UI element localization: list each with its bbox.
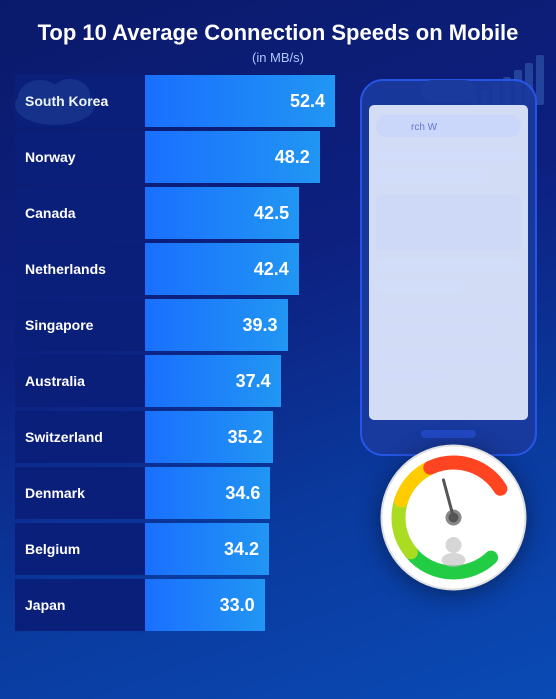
chart-row: Netherlands 42.4 bbox=[15, 243, 335, 295]
speed-bar: 37.4 bbox=[145, 355, 281, 407]
speed-bar: 35.2 bbox=[145, 411, 273, 463]
country-label: Switzerland bbox=[15, 411, 145, 463]
speed-bar: 42.4 bbox=[145, 243, 299, 295]
chart-row: Norway 48.2 bbox=[15, 131, 335, 183]
chart-row: Belgium 34.2 bbox=[15, 523, 335, 575]
chart-row: Switzerland 35.2 bbox=[15, 411, 335, 463]
chart-row: Australia 37.4 bbox=[15, 355, 335, 407]
bar-container: 39.3 bbox=[145, 299, 335, 351]
page-title: Top 10 Average Connection Speeds on Mobi… bbox=[15, 20, 541, 46]
country-label: Norway bbox=[15, 131, 145, 183]
bar-value: 42.5 bbox=[254, 203, 289, 224]
speed-bar: 42.5 bbox=[145, 187, 299, 239]
speed-bar: 52.4 bbox=[145, 75, 335, 127]
speed-bar: 48.2 bbox=[145, 131, 320, 183]
bar-value: 35.2 bbox=[228, 427, 263, 448]
header: Top 10 Average Connection Speeds on Mobi… bbox=[15, 20, 541, 65]
bar-value: 37.4 bbox=[236, 371, 271, 392]
bar-container: 37.4 bbox=[145, 355, 335, 407]
bar-value: 52.4 bbox=[290, 91, 325, 112]
country-label: Denmark bbox=[15, 467, 145, 519]
country-label: Australia bbox=[15, 355, 145, 407]
bar-container: 33.0 bbox=[145, 579, 335, 631]
bar-container: 35.2 bbox=[145, 411, 335, 463]
bar-value: 34.2 bbox=[224, 539, 259, 560]
bar-value: 34.6 bbox=[225, 483, 260, 504]
country-label: Netherlands bbox=[15, 243, 145, 295]
svg-text:rch W: rch W bbox=[411, 122, 438, 133]
bar-value: 39.3 bbox=[242, 315, 277, 336]
country-label: Singapore bbox=[15, 299, 145, 351]
speed-bar: 34.6 bbox=[145, 467, 270, 519]
bar-container: 42.4 bbox=[145, 243, 335, 295]
bar-value: 33.0 bbox=[220, 595, 255, 616]
phone-svg: rch W bbox=[351, 75, 546, 465]
speed-bar: 34.2 bbox=[145, 523, 269, 575]
bar-value: 42.4 bbox=[254, 259, 289, 280]
chart-row: Singapore 39.3 bbox=[15, 299, 335, 351]
country-label: Japan bbox=[15, 579, 145, 631]
speed-bar: 39.3 bbox=[145, 299, 288, 351]
chart-row: Denmark 34.6 bbox=[15, 467, 335, 519]
country-label: Canada bbox=[15, 187, 145, 239]
phone-illustration: rch W bbox=[335, 75, 541, 655]
speedometer-svg bbox=[376, 440, 531, 595]
content-area: South Korea52.4Norway48.2Canada42.5Nethe… bbox=[15, 75, 541, 655]
chart-row: Japan 33.0 bbox=[15, 579, 335, 631]
bar-container: 34.6 bbox=[145, 467, 335, 519]
cloud-decoration bbox=[10, 70, 100, 130]
chart-row: Canada 42.5 bbox=[15, 187, 335, 239]
bar-container: 52.4 bbox=[145, 75, 335, 127]
bar-container: 42.5 bbox=[145, 187, 335, 239]
bar-container: 34.2 bbox=[145, 523, 335, 575]
chart-list: South Korea52.4Norway48.2Canada42.5Nethe… bbox=[15, 75, 335, 631]
page-subtitle: (in MB/s) bbox=[15, 50, 541, 65]
speed-bar: 33.0 bbox=[145, 579, 265, 631]
bar-container: 48.2 bbox=[145, 131, 335, 183]
country-label: Belgium bbox=[15, 523, 145, 575]
bar-value: 48.2 bbox=[275, 147, 310, 168]
main-container: Top 10 Average Connection Speeds on Mobi… bbox=[0, 0, 556, 699]
